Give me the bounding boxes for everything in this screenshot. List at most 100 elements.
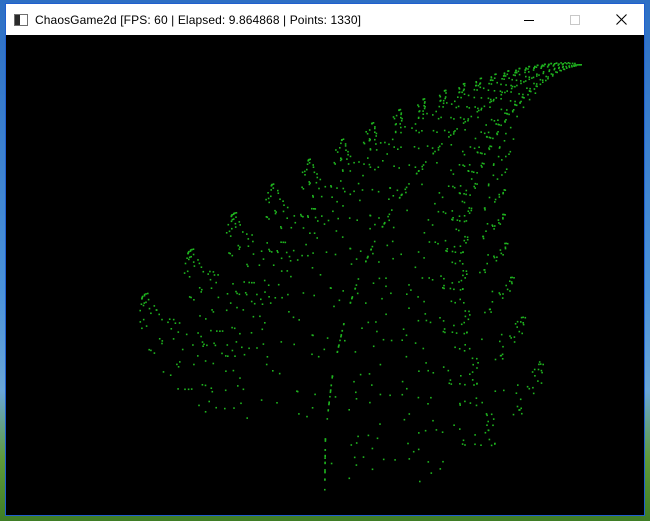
fern-point (346, 158, 348, 160)
fern-point (324, 449, 327, 451)
fern-point (367, 434, 370, 437)
fern-point (438, 145, 441, 148)
fern-point (475, 404, 478, 407)
fern-point (337, 217, 339, 220)
render-canvas[interactable] (6, 35, 644, 515)
fern-point (496, 133, 499, 136)
fern-point (270, 185, 273, 187)
fern-point (371, 468, 374, 471)
fern-point (480, 131, 482, 133)
fern-point (374, 127, 376, 130)
fern-point (459, 116, 462, 119)
fern-point (405, 334, 408, 337)
fern-point (458, 164, 461, 166)
fern-point (202, 270, 205, 273)
fern-point (466, 238, 469, 241)
fern-point (518, 73, 521, 76)
fern-point (488, 308, 491, 311)
fern-point (221, 352, 223, 355)
fern-point (457, 105, 460, 108)
fern-point (516, 84, 518, 87)
fern-point (330, 384, 333, 386)
fern-point (458, 348, 461, 350)
fern-point (524, 80, 527, 82)
fern-point (274, 297, 277, 299)
fern-point (467, 119, 469, 122)
fern-point (534, 65, 536, 68)
fern-point (397, 148, 399, 150)
fern-point (260, 399, 263, 401)
fern-point (487, 97, 490, 100)
fern-point (506, 73, 509, 76)
fern-point (408, 284, 410, 286)
title-bar[interactable]: ChaosGame2d [FPS: 60 | Elapsed: 9.864868… (6, 4, 644, 35)
fern-point (372, 252, 374, 255)
fern-point (510, 276, 512, 279)
fern-point (500, 252, 503, 255)
maximize-button[interactable] (552, 4, 598, 35)
fern-point (228, 230, 231, 233)
fern-point (383, 223, 385, 225)
fern-point (398, 167, 400, 169)
fern-point (209, 278, 212, 281)
fern-point (411, 127, 413, 129)
fern-point (209, 270, 211, 273)
fern-point (311, 334, 314, 336)
fern-point (336, 200, 338, 203)
fern-point (503, 72, 506, 74)
fern-point (221, 330, 224, 332)
fern-point (375, 149, 378, 151)
fern-point (211, 390, 214, 393)
fern-point (361, 327, 363, 329)
fern-point (371, 447, 374, 450)
fern-point (197, 332, 199, 334)
fern-point (574, 62, 576, 65)
fern-point (332, 210, 334, 213)
fern-point (509, 100, 512, 102)
fern-point (449, 287, 452, 290)
fern-point (391, 209, 393, 211)
fern-point (401, 339, 403, 341)
fern-point (500, 83, 502, 86)
fern-point (463, 302, 465, 304)
fern-point (454, 130, 456, 132)
fern-point (564, 62, 566, 64)
fern-point (518, 409, 520, 411)
fern-point (329, 287, 332, 289)
fern-point (454, 251, 457, 253)
fern-point (509, 280, 511, 282)
fern-point (237, 244, 240, 247)
fern-point (392, 226, 395, 229)
fern-point (265, 216, 268, 218)
fern-point (239, 332, 241, 335)
fern-point (210, 329, 212, 332)
fern-point (181, 348, 184, 351)
fern-point (212, 271, 215, 273)
fern-point (464, 400, 466, 403)
fern-point (342, 187, 345, 190)
console-window-icon[interactable] (13, 12, 29, 28)
fern-point (553, 63, 556, 65)
fern-point (388, 143, 390, 146)
fern-point (183, 272, 186, 274)
fern-point (337, 346, 340, 348)
fern-point (470, 207, 473, 210)
fern-point (463, 321, 465, 324)
fern-point (502, 192, 504, 195)
fern-point (454, 100, 456, 103)
fern-point (302, 227, 305, 229)
close-button[interactable] (598, 4, 644, 35)
fern-point (415, 129, 417, 132)
fern-point (496, 81, 498, 84)
fern-point (276, 402, 278, 404)
fern-point (495, 123, 497, 125)
fern-point (382, 458, 385, 461)
fern-point (536, 75, 538, 77)
fern-point (400, 146, 402, 148)
fern-point (439, 468, 442, 470)
fern-point (555, 62, 558, 64)
fern-point (512, 413, 515, 416)
minimize-button[interactable] (506, 4, 552, 35)
fern-point (465, 189, 468, 192)
fern-point (347, 150, 349, 153)
